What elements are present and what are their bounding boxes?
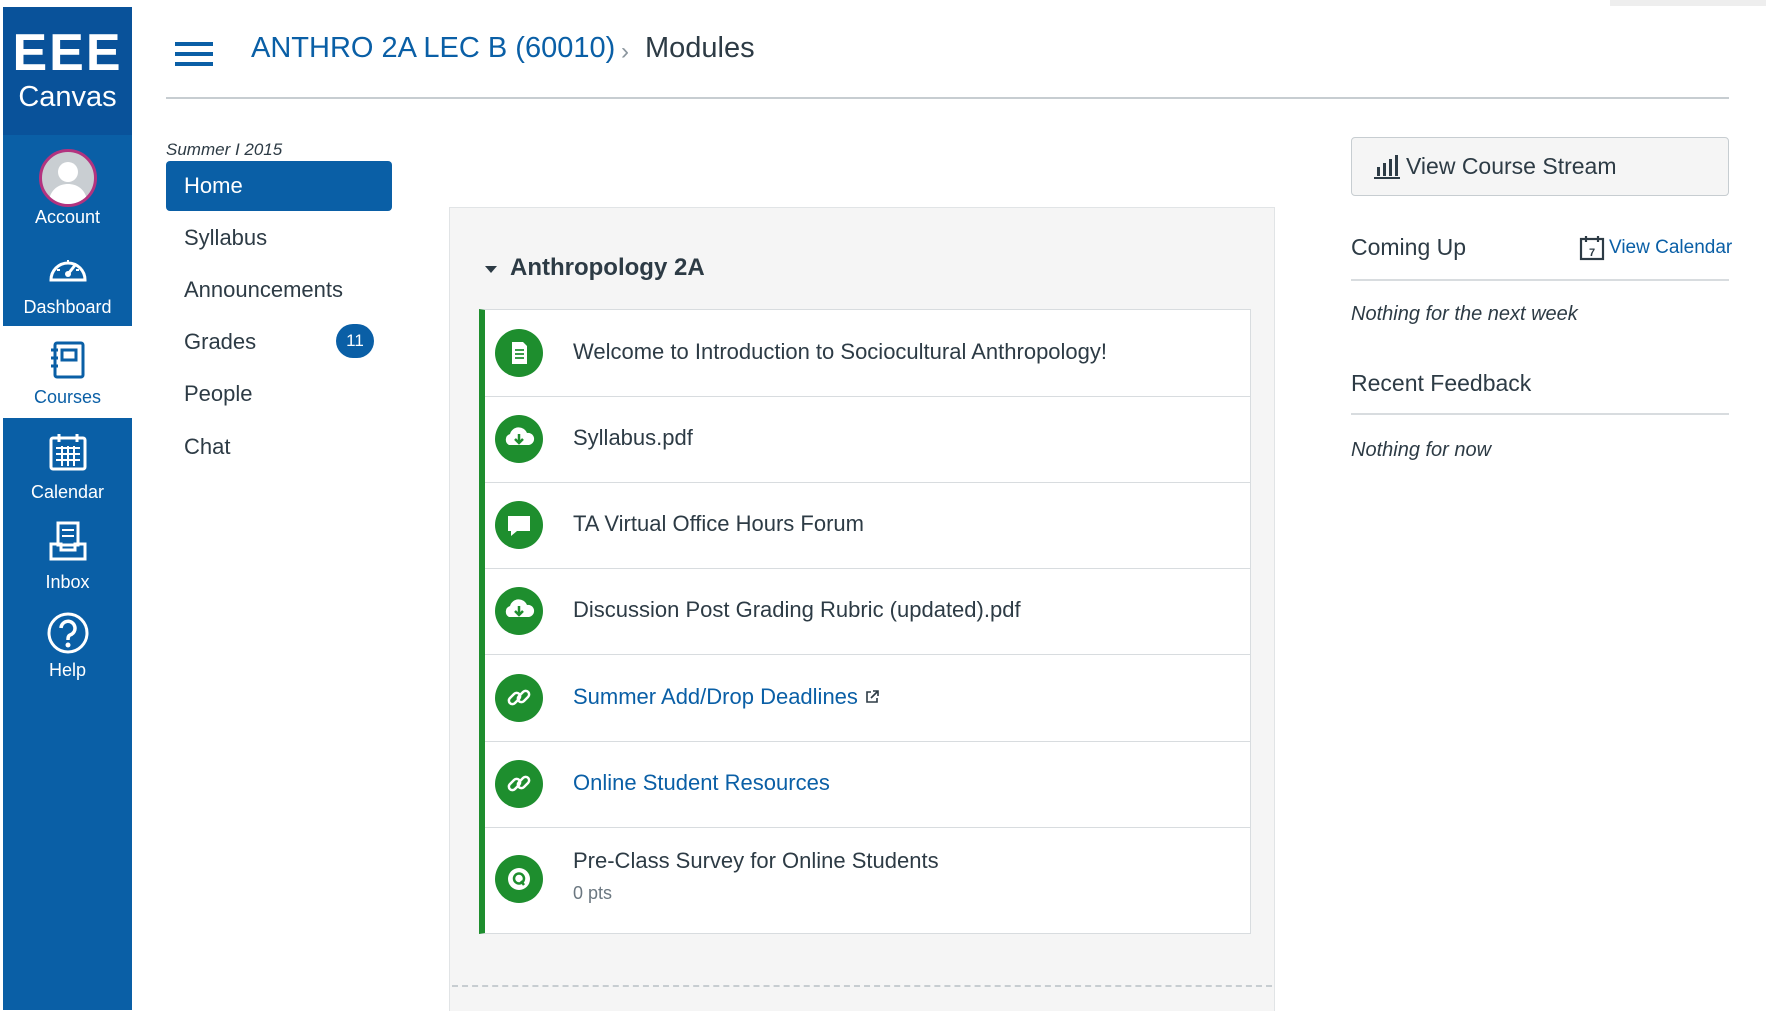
course-nav-label: Grades bbox=[184, 329, 257, 354]
canvas-logo[interactable]: EEE Canvas bbox=[3, 7, 132, 135]
module-item-title[interactable]: Discussion Post Grading Rubric (updated)… bbox=[573, 597, 1021, 623]
course-nav-label: Announcements bbox=[184, 277, 343, 302]
top-edge-strip bbox=[1610, 0, 1766, 6]
global-nav-calendar[interactable]: Calendar bbox=[3, 418, 132, 510]
help-icon bbox=[47, 612, 88, 654]
inbox-label: Inbox bbox=[45, 572, 90, 592]
course-nav-label: Home bbox=[184, 173, 243, 198]
module-header[interactable]: Anthropology 2A bbox=[484, 252, 705, 284]
global-nav-courses[interactable]: Courses bbox=[3, 326, 132, 418]
global-nav-account[interactable]: Account bbox=[3, 135, 132, 234]
help-label: Help bbox=[48, 660, 87, 680]
dashboard-icon bbox=[48, 260, 87, 282]
course-term: Summer I 2015 bbox=[166, 140, 283, 159]
header-divider bbox=[166, 97, 1729, 99]
course-nav-label: Chat bbox=[184, 434, 231, 459]
view-calendar-label: View Calendar bbox=[1609, 237, 1733, 258]
course-nav-home[interactable]: Home bbox=[166, 161, 392, 211]
breadcrumb-current: Modules bbox=[645, 32, 755, 64]
external-link-icon bbox=[866, 690, 879, 703]
course-nav-syllabus[interactable]: Syllabus bbox=[166, 213, 392, 263]
recent-feedback-heading: Recent Feedback bbox=[1351, 370, 1532, 396]
course-nav-chat[interactable]: Chat bbox=[166, 422, 392, 472]
global-nav-dashboard[interactable]: Dashboard bbox=[3, 234, 132, 326]
logo-line-1: EEE bbox=[12, 24, 123, 82]
module-dashed-divider bbox=[452, 985, 1272, 987]
module-item: Pre-Class Survey for Online Students 0 p… bbox=[485, 828, 1250, 932]
coming-up-heading: Coming Up bbox=[1351, 234, 1467, 260]
module-item-points: 0 pts bbox=[573, 883, 613, 903]
courses-icon bbox=[50, 341, 84, 379]
calendar-small-icon: 7 bbox=[1579, 236, 1605, 261]
dashboard-label: Dashboard bbox=[23, 297, 112, 317]
grades-count-badge: 11 bbox=[336, 324, 374, 358]
hamburger-menu-button[interactable] bbox=[175, 42, 213, 66]
module-item: Online Student Resources bbox=[485, 742, 1250, 828]
global-nav-inbox[interactable]: Inbox bbox=[3, 510, 132, 602]
module-title: Anthropology 2A bbox=[510, 254, 705, 281]
module-item: Syllabus.pdf bbox=[485, 397, 1250, 483]
course-nav-grades[interactable]: Grades 11 bbox=[166, 317, 392, 367]
avatar bbox=[39, 149, 97, 207]
coming-up-empty-text: Nothing for the next week bbox=[1351, 303, 1578, 325]
module-item-title[interactable]: Online Student Resources bbox=[573, 770, 830, 796]
quiz-icon bbox=[495, 855, 543, 903]
module-item-title[interactable]: TA Virtual Office Hours Forum bbox=[573, 511, 864, 537]
global-nav: EEE Canvas Account Dashboard Courses Cal… bbox=[3, 7, 132, 1010]
discussion-icon bbox=[495, 501, 543, 549]
global-nav-help[interactable]: Help bbox=[3, 602, 132, 694]
calendar-icon bbox=[49, 434, 86, 471]
logo-line-2: Canvas bbox=[18, 81, 117, 113]
account-label: Account bbox=[34, 207, 101, 227]
module-item-list: Welcome to Introduction to Sociocultural… bbox=[479, 309, 1251, 934]
download-cloud-icon bbox=[495, 587, 543, 635]
calendar-label: Calendar bbox=[30, 482, 105, 502]
module-item: Summer Add/Drop Deadlines bbox=[485, 655, 1250, 742]
module-item-title: Summer Add/Drop Deadlines bbox=[573, 684, 858, 709]
module-item-title[interactable]: Welcome to Introduction to Sociocultural… bbox=[573, 339, 1107, 365]
course-nav-label: Syllabus bbox=[184, 225, 268, 250]
download-cloud-icon bbox=[495, 415, 543, 463]
course-nav-label: People bbox=[184, 381, 253, 406]
breadcrumb-separator: › bbox=[621, 38, 629, 65]
coming-up-divider bbox=[1351, 279, 1729, 281]
course-nav-people[interactable]: People bbox=[166, 369, 392, 419]
breadcrumb-course-link[interactable]: ANTHRO 2A LEC B (60010) bbox=[251, 30, 615, 66]
link-icon bbox=[495, 674, 543, 722]
calendar-day-number: 7 bbox=[1589, 247, 1595, 259]
module-item: Discussion Post Grading Rubric (updated)… bbox=[485, 569, 1250, 655]
module-item-title[interactable]: Syllabus.pdf bbox=[573, 425, 693, 451]
inbox-icon bbox=[49, 521, 86, 561]
link-icon bbox=[495, 760, 543, 808]
course-nav-announcements[interactable]: Announcements bbox=[166, 265, 392, 315]
module-item: TA Virtual Office Hours Forum bbox=[485, 483, 1250, 569]
view-course-stream-button[interactable]: View Course Stream bbox=[1351, 137, 1729, 196]
recent-feedback-divider bbox=[1351, 413, 1729, 415]
recent-feedback-empty-text: Nothing for now bbox=[1351, 439, 1492, 461]
view-course-stream-label: View Course Stream bbox=[1406, 153, 1617, 179]
module-item: Welcome to Introduction to Sociocultural… bbox=[485, 310, 1250, 397]
module-item-title[interactable]: Pre-Class Survey for Online Students bbox=[573, 848, 939, 874]
bar-chart-icon bbox=[1374, 155, 1400, 179]
module-item-link[interactable]: Summer Add/Drop Deadlines bbox=[573, 684, 880, 710]
courses-label: Courses bbox=[33, 387, 102, 407]
page-icon bbox=[495, 329, 543, 377]
